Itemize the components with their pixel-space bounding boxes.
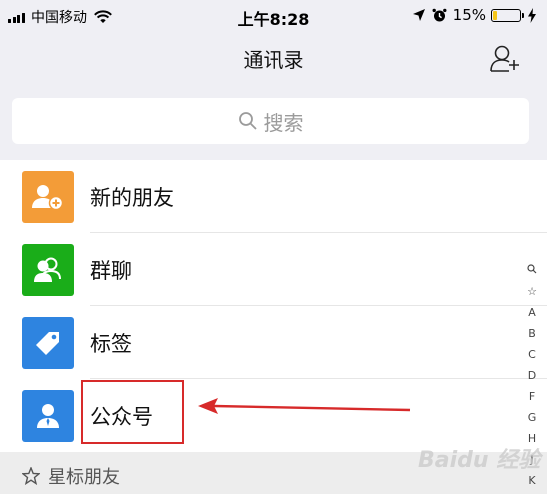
red-arrow-icon — [198, 398, 411, 414]
star-icon — [22, 467, 40, 485]
group-chat-tile — [22, 244, 74, 296]
official-account-icon — [37, 404, 59, 428]
search-placeholder: 搜索 — [263, 110, 304, 135]
page-title: 通讯录 — [243, 48, 304, 72]
official-account-tile — [22, 390, 74, 442]
charging-icon — [528, 7, 536, 23]
battery-fill — [493, 10, 497, 20]
watermark: Baidu 经验 — [418, 448, 541, 473]
index-letter[interactable]: B — [528, 323, 536, 344]
new-friend-icon — [32, 185, 64, 211]
status-bar: 中国移动 上午8:28 15% — [0, 0, 547, 32]
battery-icon — [491, 8, 524, 22]
index-letter[interactable]: ☆ — [527, 281, 537, 302]
index-search-icon[interactable] — [527, 260, 537, 281]
search-input[interactable]: 搜索 — [12, 98, 529, 144]
tag-icon — [36, 332, 59, 355]
search-icon — [238, 112, 257, 130]
battery-percent: 15% — [452, 6, 486, 24]
menu-item-label: 标签 — [90, 332, 132, 356]
highlight-box — [81, 380, 184, 444]
section-header-label: 星标朋友 — [48, 467, 120, 488]
index-letter[interactable]: G — [528, 407, 537, 428]
new-friend-tile — [22, 171, 74, 223]
location-icon — [412, 9, 425, 21]
index-letter[interactable]: D — [528, 365, 536, 386]
index-letter[interactable]: A — [528, 302, 536, 323]
menu-item-new-friends[interactable]: 新的朋友 — [0, 160, 547, 233]
alarm-icon — [432, 8, 447, 21]
status-right: 15% — [412, 6, 537, 24]
add-contact-icon[interactable] — [489, 43, 521, 73]
group-chat-icon — [34, 257, 61, 282]
nav-bar: 通讯录 — [0, 32, 547, 84]
section-header-content: 星标朋友 — [22, 463, 120, 489]
menu-item-label: 群聊 — [90, 259, 132, 283]
menu-item-label: 新的朋友 — [90, 186, 174, 210]
index-letter[interactable]: F — [529, 386, 535, 407]
tag-tile — [22, 317, 74, 369]
menu-item-tags[interactable]: 标签 — [0, 306, 547, 379]
search-area: 搜索 — [0, 84, 547, 161]
menu-item-group-chats[interactable]: 群聊 — [0, 233, 547, 306]
index-letter[interactable]: C — [528, 344, 536, 365]
